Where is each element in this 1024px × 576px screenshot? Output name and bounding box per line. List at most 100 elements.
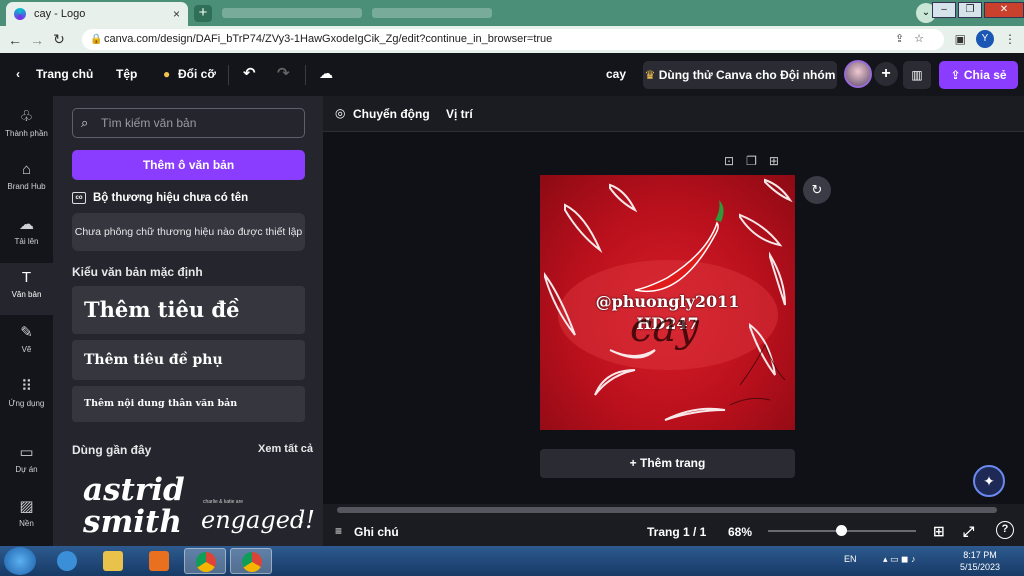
browser-toolbar: ← → ↻ 🔒 canva.com/design/DAFi_bTrP74/ZVy… <box>0 26 1024 53</box>
rail-label: Thành phần <box>5 129 48 138</box>
rail-item-text[interactable]: T Văn bản <box>0 263 53 315</box>
background-icon: ▨ <box>19 498 34 515</box>
rail-item-apps[interactable]: ⠿ Ứng dụng <box>0 371 53 423</box>
restore-icon[interactable]: ❐ <box>958 2 982 18</box>
duplicate-page-icon[interactable]: ❐ <box>746 154 769 168</box>
taskbar-chrome-1[interactable] <box>184 548 226 574</box>
forward-arrow-icon[interactable]: → <box>26 32 48 48</box>
tab-title: cay - Logo <box>34 8 86 20</box>
side-nav-rail: ♧ Thành phần ⌂ Brand Hub ☁ Tải lên T Văn… <box>0 96 53 546</box>
zoom-percent[interactable]: 68% <box>728 525 752 539</box>
rail-item-uploads[interactable]: ☁ Tải lên <box>0 209 53 261</box>
chevron-right-icon[interactable]: › <box>298 513 303 531</box>
design-page[interactable]: @phuongly2011 HD247 cay <box>540 175 795 430</box>
windows-start-icon[interactable] <box>4 547 36 575</box>
editor-footer: ≡ Ghi chú Trang 1 / 1 68% ⊞ ⤢ ? <box>323 517 1024 546</box>
undo-icon[interactable]: ↶ <box>243 64 256 82</box>
bookmark-star-icon[interactable]: ⇪☆ <box>895 29 934 50</box>
context-toolbar: ◎ Chuyển động Vị trí <box>323 96 1024 132</box>
chevron-left-icon[interactable]: ‹ <box>16 67 20 81</box>
tray-icons[interactable]: ▴ ▭ ◼ ♪ <box>883 554 916 564</box>
try-teams-button[interactable]: ♛ Dùng thử Canva cho Đội nhóm <box>643 61 837 89</box>
text-panel: ⌕ Tìm kiếm văn bản Thêm ô văn bản co Bộ t… <box>53 96 323 546</box>
help-icon[interactable]: ? <box>996 521 1014 539</box>
recent-font-combo-1[interactable]: astrid smith <box>83 474 185 538</box>
rail-item-background[interactable]: ▨ Nền <box>0 491 53 543</box>
minimize-icon[interactable]: – <box>932 2 956 18</box>
side-panel-icon[interactable]: ▣ <box>955 32 966 46</box>
rail-item-draw[interactable]: ✎ Vẽ <box>0 317 53 369</box>
grid-view-icon[interactable]: ⊞ <box>933 523 945 540</box>
horizontal-scrollbar[interactable] <box>323 504 1024 517</box>
zoom-slider-handle[interactable] <box>836 525 847 536</box>
system-clock[interactable]: 8:17 PM 5/15/2023 <box>960 549 1000 573</box>
lock-icon: 🔒 <box>90 34 103 45</box>
rail-item-projects[interactable]: ▭ Dự án <box>0 437 53 489</box>
home-link[interactable]: Trang chủ <box>36 67 93 81</box>
magic-sparkle-icon[interactable]: ✦ <box>973 465 1005 497</box>
folder-icon: ▭ <box>19 444 34 461</box>
divider <box>305 65 306 85</box>
animate-icon: ◎ <box>335 106 346 120</box>
divider <box>228 65 229 85</box>
taskbar-explorer[interactable] <box>92 548 134 574</box>
fullscreen-icon[interactable]: ⤢ <box>963 523 974 540</box>
add-heading-style[interactable]: Thêm tiêu đề <box>72 286 305 334</box>
file-menu[interactable]: Tệp <box>116 67 137 81</box>
window-close-icon[interactable]: ✕ <box>984 2 1024 18</box>
insights-chart-icon[interactable]: ▥ <box>903 61 931 89</box>
crown-icon: ♛ <box>644 68 656 82</box>
notes-button[interactable]: Ghi chú <box>354 525 399 539</box>
position-button[interactable]: Vị trí <box>446 107 473 121</box>
brand-fonts-empty[interactable]: Chưa phông chữ thương hiệu nào được thiế… <box>72 213 305 251</box>
search-icon: ⌕ <box>81 115 89 130</box>
add-textbox-button[interactable]: Thêm ô văn bản <box>72 150 305 180</box>
share-label: Chia sẻ <box>963 68 1007 82</box>
profile-avatar[interactable]: Y <box>976 30 994 48</box>
share-upload-icon: ⇪ <box>950 68 961 82</box>
rail-label: Văn bản <box>11 290 42 299</box>
ie-icon <box>57 551 77 571</box>
add-collaborator-button[interactable]: + <box>874 62 898 86</box>
language-indicator[interactable]: EN <box>844 554 857 564</box>
design-title[interactable]: cay <box>606 67 626 81</box>
animate-button[interactable]: Chuyển động <box>353 107 430 121</box>
see-all-link[interactable]: Xem tất cả <box>258 443 313 455</box>
refresh-comment-icon[interactable]: ↻ <box>803 176 831 204</box>
redo-icon[interactable]: ↷ <box>277 64 290 82</box>
background-tab[interactable] <box>222 8 362 18</box>
address-bar[interactable]: 🔒 canva.com/design/DAFi_bTrP74/ZVy3-1Haw… <box>82 29 944 50</box>
brand-kit-icon: co <box>72 192 86 204</box>
rail-label: Nền <box>19 519 34 528</box>
text-search-input[interactable]: ⌕ Tìm kiếm văn bản <box>72 108 305 138</box>
taskbar-ie[interactable] <box>46 548 88 574</box>
add-body-style[interactable]: Thêm nội dung thân văn bản <box>72 386 305 422</box>
taskbar-chrome-2[interactable] <box>230 548 272 574</box>
rail-label: Vẽ <box>21 345 32 354</box>
cloud-saved-icon[interactable]: ☁ <box>319 65 333 82</box>
browser-tab-active[interactable]: cay - Logo × <box>6 2 188 26</box>
apps-icon: ⠿ <box>21 378 32 395</box>
user-avatar[interactable] <box>844 60 872 88</box>
text-icon: T <box>21 269 32 286</box>
tab-close-icon[interactable]: × <box>173 7 180 21</box>
taskbar-media-player[interactable] <box>138 548 180 574</box>
scrollbar-thumb[interactable] <box>337 507 997 513</box>
background-tab[interactable] <box>372 8 492 18</box>
reload-icon[interactable]: ↻ <box>48 31 70 48</box>
rail-item-elements[interactable]: ♧ Thành phần <box>0 101 53 153</box>
back-arrow-icon[interactable]: ← <box>4 32 26 48</box>
brand-hub-icon: ⌂ <box>21 161 32 178</box>
lock-page-icon[interactable]: ⊡ <box>724 154 746 168</box>
rail-item-brand-hub[interactable]: ⌂ Brand Hub <box>0 155 53 207</box>
page-indicator[interactable]: Trang 1 / 1 <box>647 525 706 539</box>
browser-menu-icon[interactable]: ⋮ <box>1004 32 1016 46</box>
add-page-icon[interactable]: ⊞ <box>769 154 791 168</box>
chrome-icon <box>196 552 216 572</box>
design-script-text[interactable]: cay <box>630 305 699 351</box>
share-button[interactable]: ⇪ Chia sẻ <box>939 61 1018 89</box>
new-tab-button[interactable]: + <box>194 5 212 22</box>
resize-button[interactable]: Đổi cỡ <box>178 67 216 81</box>
add-page-button[interactable]: + Thêm trang <box>540 449 795 478</box>
add-subheading-style[interactable]: Thêm tiêu đề phụ <box>72 340 305 380</box>
